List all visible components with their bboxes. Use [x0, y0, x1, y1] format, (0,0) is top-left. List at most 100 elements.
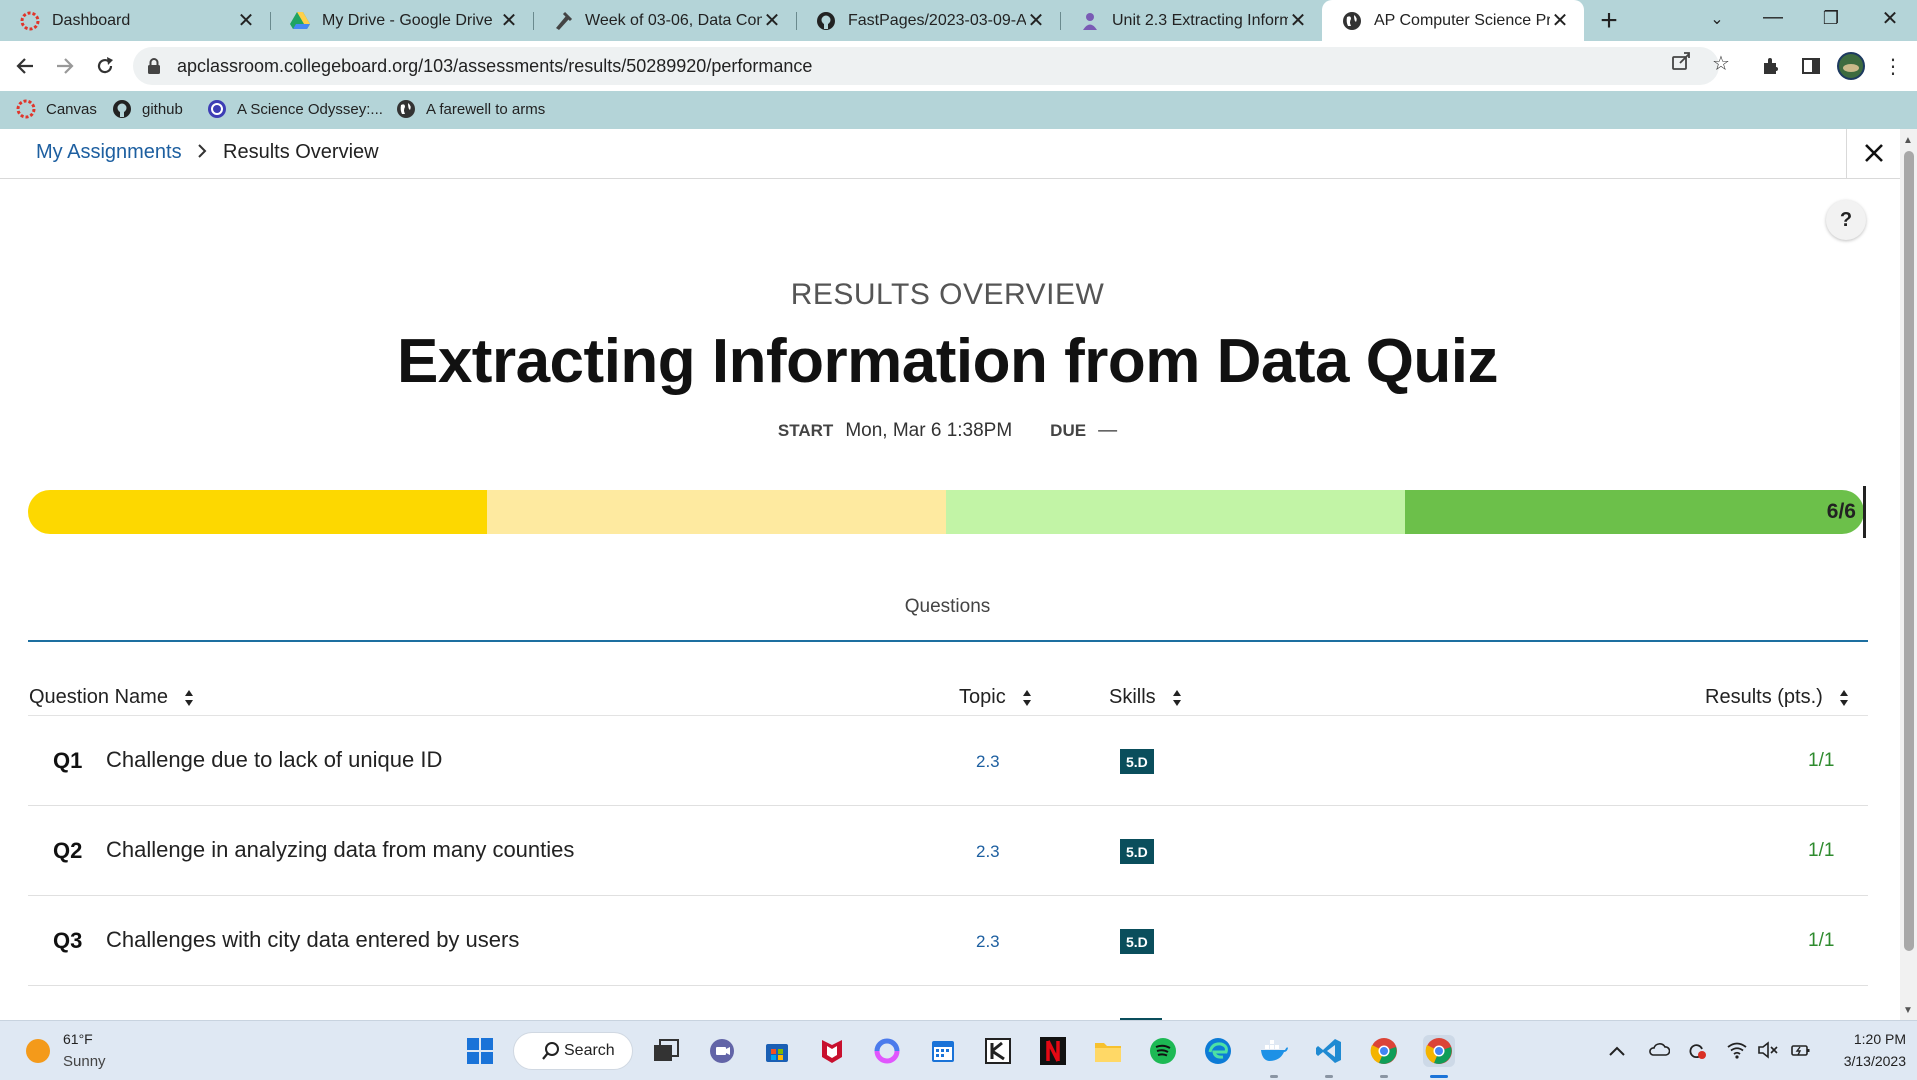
tab-title: Week of 03-06, Data Comp — [585, 11, 762, 29]
docker-icon[interactable] — [1258, 1035, 1290, 1067]
bookmark-canvas[interactable]: Canvas — [16, 99, 97, 119]
header-question-name[interactable]: Question Name — [29, 686, 194, 709]
close-tab-icon[interactable]: ✕ — [762, 8, 782, 33]
window-close-icon[interactable]: ✕ — [1870, 6, 1910, 31]
windows-start-icon[interactable] — [464, 1035, 496, 1067]
copilot-icon[interactable] — [871, 1035, 903, 1067]
page-scrollbar[interactable]: ▲ ▼ — [1900, 129, 1917, 1020]
clock-date[interactable]: 3/13/2023 — [1820, 1053, 1906, 1069]
back-arrow-icon[interactable] — [10, 51, 40, 81]
google-drive-icon — [290, 11, 310, 31]
taskbar-search[interactable]: Search — [513, 1032, 633, 1070]
header-topic[interactable]: Topic — [959, 686, 1032, 709]
bookmark-farewell-to-arms[interactable]: A farewell to arms — [396, 99, 545, 119]
progress-segment — [28, 490, 487, 534]
weather-sun-icon[interactable] — [26, 1039, 50, 1063]
question-name[interactable]: Challenges with city data entered by use… — [106, 927, 519, 953]
table-row[interactable]: Q3 Challenges with city data entered by … — [28, 896, 1868, 986]
speaker-muted-icon[interactable] — [1757, 1041, 1779, 1064]
clock-time[interactable]: 1:20 PM — [1836, 1031, 1906, 1047]
question-number: Q2 — [53, 838, 83, 863]
question-score: 1/1 — [1808, 840, 1835, 861]
close-tab-icon[interactable]: ✕ — [499, 8, 519, 33]
skill-badge: 5.D — [1120, 929, 1154, 954]
help-button[interactable]: ? — [1826, 200, 1866, 240]
calendar-icon[interactable] — [927, 1035, 959, 1067]
header-label: Topic — [959, 686, 1006, 708]
bookmark-star-icon[interactable]: ☆ — [1706, 51, 1736, 76]
new-tab-button[interactable]: + — [1592, 4, 1626, 38]
chrome-icon[interactable] — [1368, 1035, 1400, 1067]
show-hidden-icons-chevron-icon[interactable] — [1608, 1041, 1626, 1062]
breadcrumb-current: Results Overview — [223, 141, 379, 163]
onedrive-cloud-icon[interactable] — [1648, 1041, 1671, 1062]
sync-alert-icon[interactable] — [1686, 1041, 1708, 1066]
topic-link[interactable]: 2.3 — [976, 842, 1000, 862]
extensions-icon[interactable] — [1756, 51, 1786, 81]
reload-icon[interactable] — [90, 51, 120, 81]
spotify-icon[interactable] — [1147, 1035, 1179, 1067]
globe-icon — [1342, 11, 1362, 31]
tab-google-drive[interactable]: My Drive - Google Drive ✕ — [270, 0, 533, 41]
url-omnibox[interactable]: apclassroom.collegeboard.org/103/assessm… — [133, 47, 1719, 85]
scrollbar-thumb[interactable] — [1904, 151, 1914, 951]
side-panel-icon[interactable] — [1796, 51, 1826, 81]
tab-dashboard[interactable]: Dashboard ✕ — [0, 0, 270, 41]
vscode-icon[interactable] — [1313, 1035, 1345, 1067]
table-row[interactable]: Q1 Challenge due to lack of unique ID 2.… — [28, 716, 1868, 806]
restore-icon[interactable]: ❐ — [1811, 8, 1851, 29]
minimize-icon[interactable]: — — [1753, 6, 1793, 29]
kodak-app-icon[interactable] — [982, 1035, 1014, 1067]
mcafee-icon[interactable] — [816, 1035, 848, 1067]
tab-ap-computer-science[interactable]: AP Computer Science Princ ✕ — [1322, 0, 1584, 41]
chrome-menu-icon[interactable]: ⋮ — [1878, 51, 1908, 81]
wifi-icon[interactable] — [1726, 1041, 1748, 1064]
bookmark-label: github — [142, 100, 183, 118]
table-row[interactable]: Q2 Challenge in analyzing data from many… — [28, 806, 1868, 896]
scroll-down-arrow-icon[interactable]: ▼ — [1903, 1005, 1913, 1016]
forward-arrow-icon[interactable] — [50, 51, 80, 81]
page-title: Extracting Information from Data Quiz — [396, 327, 1499, 396]
tab-fastpages[interactable]: FastPages/2023-03-09-AP- ✕ — [796, 0, 1060, 41]
teams-chat-icon[interactable] — [706, 1035, 738, 1067]
tab-week-of-03-06[interactable]: Week of 03-06, Data Comp ✕ — [533, 0, 796, 41]
question-name[interactable]: Challenge in analyzing data from many co… — [106, 837, 574, 863]
close-tab-icon[interactable]: ✕ — [1026, 8, 1046, 33]
chrome-active-icon[interactable] — [1423, 1035, 1455, 1067]
task-view-icon[interactable] — [650, 1035, 682, 1067]
breadcrumb-my-assignments-link[interactable]: My Assignments — [36, 141, 182, 164]
close-tab-icon[interactable]: ✕ — [236, 8, 256, 33]
tab-search-icon[interactable]: ⌄ — [1697, 9, 1737, 29]
tab-underline — [28, 640, 1868, 642]
bookmark-github[interactable]: github — [112, 99, 183, 119]
header-skills[interactable]: Skills — [1109, 686, 1182, 709]
topic-link[interactable]: 2.3 — [976, 752, 1000, 772]
question-name[interactable]: Challenge due to lack of unique ID — [106, 747, 442, 773]
battery-charging-icon[interactable] — [1790, 1041, 1812, 1064]
browser-tab-strip: Dashboard ✕ My Drive - Google Drive ✕ We… — [0, 0, 1917, 41]
github-icon — [816, 11, 836, 31]
close-tab-icon[interactable]: ✕ — [1288, 8, 1308, 33]
sort-icon — [1022, 689, 1032, 707]
close-results-button[interactable] — [1846, 129, 1900, 179]
header-label: Skills — [1109, 686, 1156, 708]
skill-badge: 5.D — [1120, 749, 1154, 774]
share-icon[interactable] — [1666, 51, 1696, 77]
active-app-indicator — [1430, 1075, 1448, 1078]
file-explorer-icon[interactable] — [1092, 1035, 1124, 1067]
close-icon — [1864, 137, 1884, 171]
microsoft-store-icon[interactable] — [761, 1035, 793, 1067]
tab-questions[interactable]: Questions — [0, 596, 1895, 618]
scroll-up-arrow-icon[interactable]: ▲ — [1903, 135, 1913, 146]
header-results[interactable]: Results (pts.) — [1705, 686, 1849, 709]
netflix-icon[interactable] — [1037, 1035, 1069, 1067]
edge-icon[interactable] — [1202, 1035, 1234, 1067]
tab-unit-2-3[interactable]: Unit 2.3 Extracting Informat ✕ — [1060, 0, 1322, 41]
question-score: 1/1 — [1808, 930, 1835, 951]
bookmark-science-odyssey[interactable]: A Science Odyssey:... — [207, 99, 383, 119]
profile-avatar[interactable] — [1836, 51, 1866, 81]
topic-link[interactable]: 2.3 — [976, 932, 1000, 952]
weather-description[interactable]: Sunny — [63, 1053, 106, 1070]
weather-temperature[interactable]: 61°F — [63, 1031, 93, 1047]
close-tab-icon[interactable]: ✕ — [1550, 8, 1570, 33]
